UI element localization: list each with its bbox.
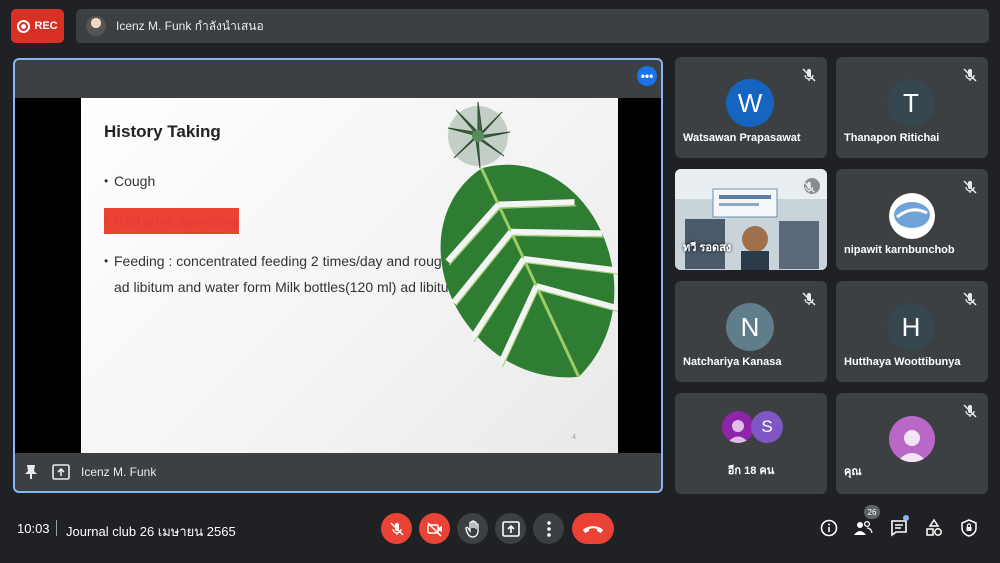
- avatar: T: [887, 79, 935, 127]
- record-icon: [17, 19, 31, 33]
- presentation-stage[interactable]: ••• History Taking • Cough • Red urine som…: [13, 58, 663, 493]
- info-icon: [820, 519, 838, 537]
- avatar: S: [751, 411, 783, 443]
- mic-off-icon: [802, 68, 816, 82]
- host-controls-button[interactable]: [958, 517, 980, 539]
- leave-call-button[interactable]: [572, 513, 614, 544]
- participant-name: Watsawan Prapasawat: [683, 132, 801, 144]
- mic-off-icon: [803, 181, 815, 193]
- participant-tile[interactable]: N Natchariya Kanasa: [675, 281, 827, 382]
- mic-off-icon: [389, 521, 404, 536]
- slide-bullet: • Cough: [104, 173, 156, 189]
- people-icon: [854, 520, 873, 535]
- more-options-button[interactable]: [533, 513, 564, 544]
- divider: [56, 520, 57, 536]
- pin-icon[interactable]: [21, 462, 41, 482]
- activities-button[interactable]: [923, 517, 945, 539]
- avatar: N: [726, 303, 774, 351]
- others-count-label: อีก 18 คน: [727, 465, 775, 477]
- avatar: H: [887, 303, 935, 351]
- shield-lock-icon: [961, 519, 977, 537]
- participant-tile[interactable]: W Watsawan Prapasawat: [675, 57, 827, 158]
- avatar: W: [726, 79, 774, 127]
- photo-avatar: [889, 193, 935, 239]
- presenter-avatar: [86, 16, 106, 36]
- stage-footer: Icenz M. Funk: [15, 453, 661, 491]
- participant-tile[interactable]: H Hutthaya Woottibunya: [836, 281, 988, 382]
- presenter-name: Icenz M. Funk: [81, 465, 157, 479]
- shared-screen: History Taking • Cough • Red urine sometim…: [15, 98, 661, 453]
- meeting-title: Journal club 26 เมษายน 2565: [66, 524, 236, 539]
- activities-icon: [926, 519, 942, 536]
- present-now-button[interactable]: [495, 513, 526, 544]
- mic-off-icon: [963, 292, 977, 306]
- participant-name: nipawit karnbunchob: [844, 244, 955, 256]
- presentation-slide: History Taking • Cough • Red urine sometim…: [81, 98, 618, 453]
- slide-bullet: • Red urine sometime: [104, 208, 240, 234]
- rec-label: REC: [34, 20, 58, 32]
- recording-badge[interactable]: REC: [11, 9, 64, 43]
- slide-title: History Taking: [104, 122, 221, 141]
- control-bar: 10:03 Journal club 26 เมษายน 2565 26: [0, 505, 1000, 553]
- hand-icon: [464, 519, 479, 538]
- meeting-clock: 10:03: [17, 521, 50, 536]
- meeting-details-button[interactable]: [818, 517, 840, 539]
- more-options-icon[interactable]: •••: [637, 66, 657, 86]
- participant-name: Thanapon Ritichai: [844, 132, 940, 144]
- mic-toggle-button[interactable]: [381, 513, 412, 544]
- slide-page-number: 4: [572, 434, 576, 441]
- participant-name: Hutthaya Woottibunya: [844, 356, 961, 368]
- self-tile[interactable]: คุณ: [836, 393, 988, 494]
- others-tile[interactable]: S อีก 18 คน: [675, 393, 827, 494]
- top-bar: REC Icenz M. Funk กำลังนำเสนอ: [0, 0, 1000, 52]
- present-screen-icon: [51, 462, 71, 482]
- camera-off-icon: [426, 521, 442, 537]
- mic-off-icon: [963, 180, 977, 194]
- participant-tile[interactable]: T Thanapon Ritichai: [836, 57, 988, 158]
- hang-up-icon: [583, 525, 603, 533]
- presenter-banner: Icenz M. Funk กำลังนำเสนอ: [76, 9, 989, 43]
- unread-indicator: [903, 515, 909, 521]
- participant-tile[interactable]: nipawit karnbunchob: [836, 169, 988, 270]
- raise-hand-button[interactable]: [457, 513, 488, 544]
- avatar: [889, 416, 935, 462]
- mic-off-icon: [802, 292, 816, 306]
- presenter-banner-text: Icenz M. Funk กำลังนำเสนอ: [116, 18, 264, 33]
- plant-decoration: [440, 101, 618, 378]
- participants-button[interactable]: [852, 517, 874, 539]
- participant-video-tile[interactable]: ทวี รอดสง: [675, 169, 827, 270]
- mic-off-icon: [963, 404, 977, 418]
- participant-name: คุณ: [844, 466, 862, 478]
- chat-icon: [891, 520, 907, 537]
- avatar: [722, 411, 754, 443]
- participant-name: Natchariya Kanasa: [683, 356, 782, 368]
- camera-toggle-button[interactable]: [419, 513, 450, 544]
- more-vert-icon: [546, 520, 551, 537]
- present-screen-icon: [501, 520, 520, 537]
- participants-count-badge: 26: [864, 505, 880, 519]
- participant-name: ทวี รอดสง: [683, 242, 732, 254]
- mic-off-icon: [963, 68, 977, 82]
